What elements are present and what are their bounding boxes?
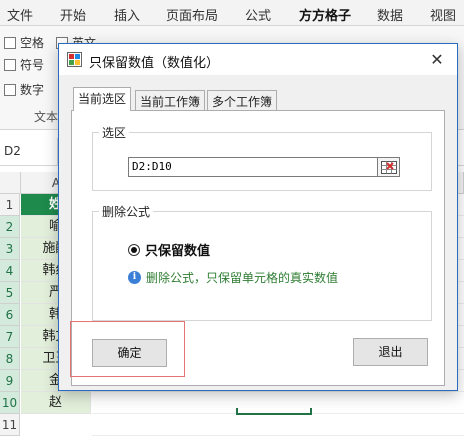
- app-grid-icon: [67, 52, 82, 67]
- name-box[interactable]: D2: [0, 138, 58, 165]
- row-header[interactable]: 11: [0, 414, 20, 436]
- info-icon: i: [128, 271, 141, 284]
- tab-fangfangezi[interactable]: 方方格子: [299, 5, 352, 29]
- number-label: 数字: [20, 83, 45, 97]
- ribbon-group-label: 文本: [34, 110, 59, 124]
- selection-range-outline: [236, 408, 312, 415]
- exit-button[interactable]: 退出: [353, 338, 428, 366]
- number-checkbox[interactable]: [4, 83, 16, 96]
- tab-data[interactable]: 数据: [377, 5, 403, 24]
- info-row: i 删除公式，只保留单元格的真实数值: [128, 269, 338, 286]
- tab-formulas[interactable]: 公式: [245, 5, 271, 24]
- dialog-titlebar: 只保留数值（数值化） ✕: [59, 44, 457, 75]
- symbol-option[interactable]: 符号: [4, 56, 44, 73]
- delete-formula-group-title: 删除公式: [99, 203, 154, 220]
- row-gridline: [92, 391, 464, 392]
- range-input[interactable]: D2:D10: [128, 157, 378, 177]
- row-header[interactable]: 5: [0, 282, 20, 304]
- space-label: 空格: [20, 36, 45, 50]
- row-header[interactable]: 3: [0, 238, 20, 260]
- close-button[interactable]: ✕: [417, 44, 457, 75]
- info-text: 删除公式，只保留单元格的真实数值: [146, 271, 339, 285]
- row-header[interactable]: 1: [0, 194, 20, 216]
- space-option[interactable]: 空格: [4, 34, 44, 51]
- row-header[interactable]: 10: [0, 392, 20, 414]
- row-header[interactable]: 4: [0, 260, 20, 282]
- select-all-corner[interactable]: [0, 172, 21, 194]
- name-cell[interactable]: 赵: [21, 392, 91, 414]
- selection-groupbox: 选区 D2:D10: [92, 124, 432, 191]
- row-gridline: [92, 435, 464, 436]
- keep-values-radio-option[interactable]: 只保留数值: [128, 240, 210, 259]
- tab-file[interactable]: 文件: [7, 5, 33, 24]
- symbol-checkbox[interactable]: [4, 58, 16, 71]
- tab-view[interactable]: 视图: [430, 5, 456, 24]
- tab-insert[interactable]: 插入: [114, 5, 140, 24]
- row-header[interactable]: 9: [0, 370, 20, 392]
- tab-page-layout[interactable]: 页面布局: [166, 5, 218, 24]
- dialog-title: 只保留数值（数值化）: [89, 56, 220, 71]
- range-picker-button[interactable]: [378, 157, 400, 177]
- keep-values-radio-label: 只保留数值: [145, 244, 211, 259]
- tab-current-selection[interactable]: 当前选区: [73, 87, 132, 111]
- ok-button-highlight: [70, 321, 185, 377]
- row-header[interactable]: 2: [0, 216, 20, 238]
- tab-home[interactable]: 开始: [60, 5, 86, 24]
- row-header[interactable]: 6: [0, 304, 20, 326]
- tab-current-workbook[interactable]: 当前工作簿: [135, 90, 206, 110]
- ribbon-tab-bar: 文件 开始 插入 页面布局 公式 方方格子 数据 视图: [0, 0, 464, 29]
- range-select-icon: [380, 160, 397, 174]
- row-header[interactable]: 8: [0, 348, 20, 370]
- space-checkbox[interactable]: [4, 36, 16, 49]
- close-icon: ✕: [430, 50, 444, 69]
- tab-multiple-workbooks[interactable]: 多个工作簿: [207, 90, 278, 110]
- number-option[interactable]: 数字: [4, 81, 44, 98]
- keep-values-radio[interactable]: [128, 243, 140, 256]
- selection-group-title: 选区: [99, 124, 130, 141]
- row-header[interactable]: 7: [0, 326, 20, 348]
- symbol-label: 符号: [20, 58, 45, 72]
- delete-formula-groupbox: 删除公式 只保留数值 i 删除公式，只保留单元格的真实数值: [92, 203, 432, 321]
